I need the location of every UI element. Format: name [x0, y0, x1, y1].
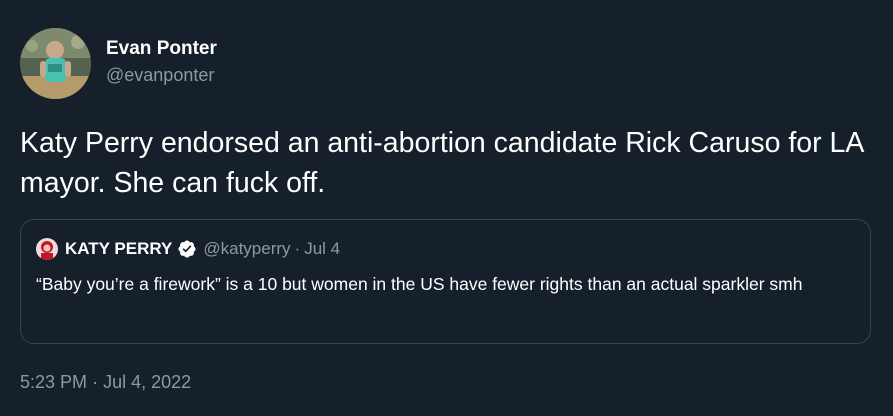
author-avatar[interactable] — [20, 28, 91, 99]
quoted-author-avatar-image — [36, 238, 58, 260]
quoted-author-handle: @katyperry — [203, 239, 291, 258]
tweet-card: Evan Ponter @evanponter Katy Perry endor… — [0, 0, 893, 416]
timestamp-separator: · — [92, 372, 99, 392]
author-info: Evan Ponter @evanponter — [106, 37, 217, 87]
quoted-tweet-date[interactable]: Jul 4 — [304, 239, 340, 259]
tweet-date: Jul 4, 2022 — [103, 372, 192, 392]
author-handle[interactable]: @evanponter — [106, 64, 217, 87]
author-avatar-image — [20, 28, 91, 99]
author-display-name[interactable]: Evan Ponter — [106, 37, 217, 60]
quoted-author-avatar — [36, 238, 58, 260]
tweet-timestamp[interactable]: 5:23 PM · Jul 4, 2022 — [20, 370, 191, 394]
quoted-tweet-header: KATY PERRY @katyperry · Jul 4 — [36, 238, 340, 260]
verified-badge-icon — [178, 240, 196, 258]
tweet-time: 5:23 PM — [20, 372, 88, 392]
quoted-author-display-name: KATY PERRY — [65, 239, 173, 258]
quoted-tweet[interactable]: KATY PERRY @katyperry · Jul 4 “Baby you’… — [20, 219, 871, 344]
quoted-tweet-text: “Baby you’re a firework” is a 10 but wom… — [36, 274, 803, 294]
tweet-text: Katy Perry endorsed an anti-abortion can… — [20, 127, 863, 199]
quoted-date-separator: · — [294, 239, 301, 258]
